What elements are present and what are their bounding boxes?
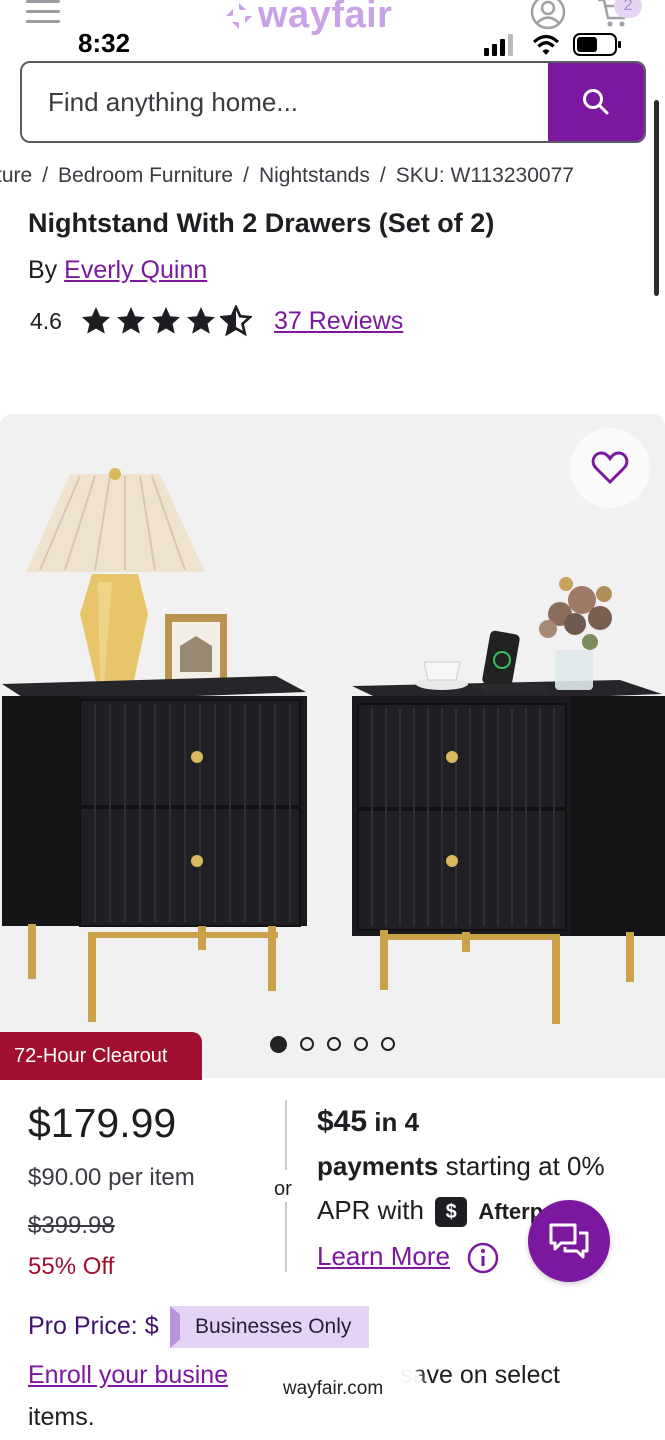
search-input[interactable] <box>22 63 550 141</box>
favorite-button[interactable] <box>570 428 650 508</box>
installment-count: in 4 <box>374 1107 420 1137</box>
header: wayfair 2 8:32 <box>0 0 665 150</box>
cart-count-badge: 2 <box>614 0 642 18</box>
carousel-dot[interactable] <box>381 1037 395 1051</box>
enroll-link[interactable]: Enroll your busine <box>28 1361 228 1389</box>
brand-link[interactable]: Everly Quinn <box>64 256 207 284</box>
apr-label: APR with <box>317 1195 424 1225</box>
product-byline: By Everly Quinn <box>28 256 207 285</box>
heart-icon <box>591 451 629 485</box>
carousel-dot[interactable] <box>327 1037 341 1051</box>
star-rating <box>80 305 252 337</box>
breadcrumb-item[interactable]: Nightstands <box>259 164 370 188</box>
star-full-icon <box>117 307 145 334</box>
battery-icon <box>573 33 621 56</box>
carousel-dots <box>270 1036 395 1053</box>
browser-url-bar[interactable]: wayfair.com <box>243 1362 423 1416</box>
pro-price: Pro Price: $ <box>28 1312 159 1340</box>
or-label: or <box>274 1178 292 1200</box>
search-bar <box>20 61 646 143</box>
original-price: $399.98 <box>28 1212 115 1239</box>
status-time: 8:32 <box>78 28 131 58</box>
account-icon[interactable] <box>530 0 566 30</box>
breadcrumb-separator: / <box>42 164 49 187</box>
search-icon <box>583 89 609 115</box>
divider <box>285 1202 287 1272</box>
by-label: By <box>28 256 58 284</box>
afterpay-dollar-icon: $ <box>435 1197 468 1228</box>
wayfair-pinwheel-icon <box>226 2 252 29</box>
reviews-link[interactable]: 37 Reviews <box>274 307 403 336</box>
per-item-price: $90.00 per item <box>28 1164 195 1191</box>
product-image[interactable] <box>0 414 665 1078</box>
signal-icon <box>484 34 513 56</box>
nightstand-photo <box>2 468 665 1024</box>
breadcrumb-sku: SKU: W113230077 <box>395 164 574 187</box>
enroll-end: items. <box>28 1403 95 1431</box>
carousel-dot[interactable] <box>300 1037 314 1051</box>
rating-value: 4.6 <box>30 307 62 334</box>
businesses-only-tag: Businesses Only <box>170 1306 369 1348</box>
starting-label: starting at 0% <box>445 1151 605 1181</box>
breadcrumb: ture / Bedroom Furniture / Nightstands /… <box>0 164 574 188</box>
learn-more-link[interactable]: Learn More <box>317 1241 450 1271</box>
chat-button[interactable] <box>528 1200 610 1282</box>
clearout-badge: 72-Hour Clearout <box>0 1032 202 1080</box>
breadcrumb-item[interactable]: Bedroom Furniture <box>58 164 233 188</box>
breadcrumb-separator: / <box>379 164 386 187</box>
chat-icon <box>549 1223 589 1259</box>
carousel-dot[interactable] <box>270 1036 287 1053</box>
search-button[interactable] <box>548 63 644 141</box>
sale-price: $179.99 <box>28 1100 177 1146</box>
status-icons <box>484 33 621 56</box>
product-title: Nightstand With 2 Drawers (Set of 2) <box>28 208 495 238</box>
star-full-icon <box>82 307 110 334</box>
menu-icon[interactable] <box>26 0 60 24</box>
info-icon[interactable] <box>467 1242 499 1274</box>
discount-label: 55% Off <box>28 1253 115 1280</box>
scrollbar[interactable] <box>654 100 659 296</box>
wifi-icon <box>532 34 560 55</box>
wayfair-logo[interactable]: wayfair <box>224 0 392 37</box>
breadcrumb-item[interactable]: ture <box>0 164 32 188</box>
breadcrumb-separator: / <box>243 164 249 187</box>
installment-amount: $45 <box>317 1105 368 1138</box>
enroll-rest: save on select <box>400 1361 560 1389</box>
payments-label: payments <box>317 1151 439 1181</box>
star-half-icon <box>220 305 252 337</box>
star-full-icon <box>152 307 180 334</box>
carousel-dot[interactable] <box>354 1037 368 1051</box>
divider <box>285 1100 287 1170</box>
rating-row: 4.6 37 Reviews <box>30 303 403 339</box>
star-full-icon <box>187 307 215 334</box>
logo-text: wayfair <box>258 0 393 36</box>
